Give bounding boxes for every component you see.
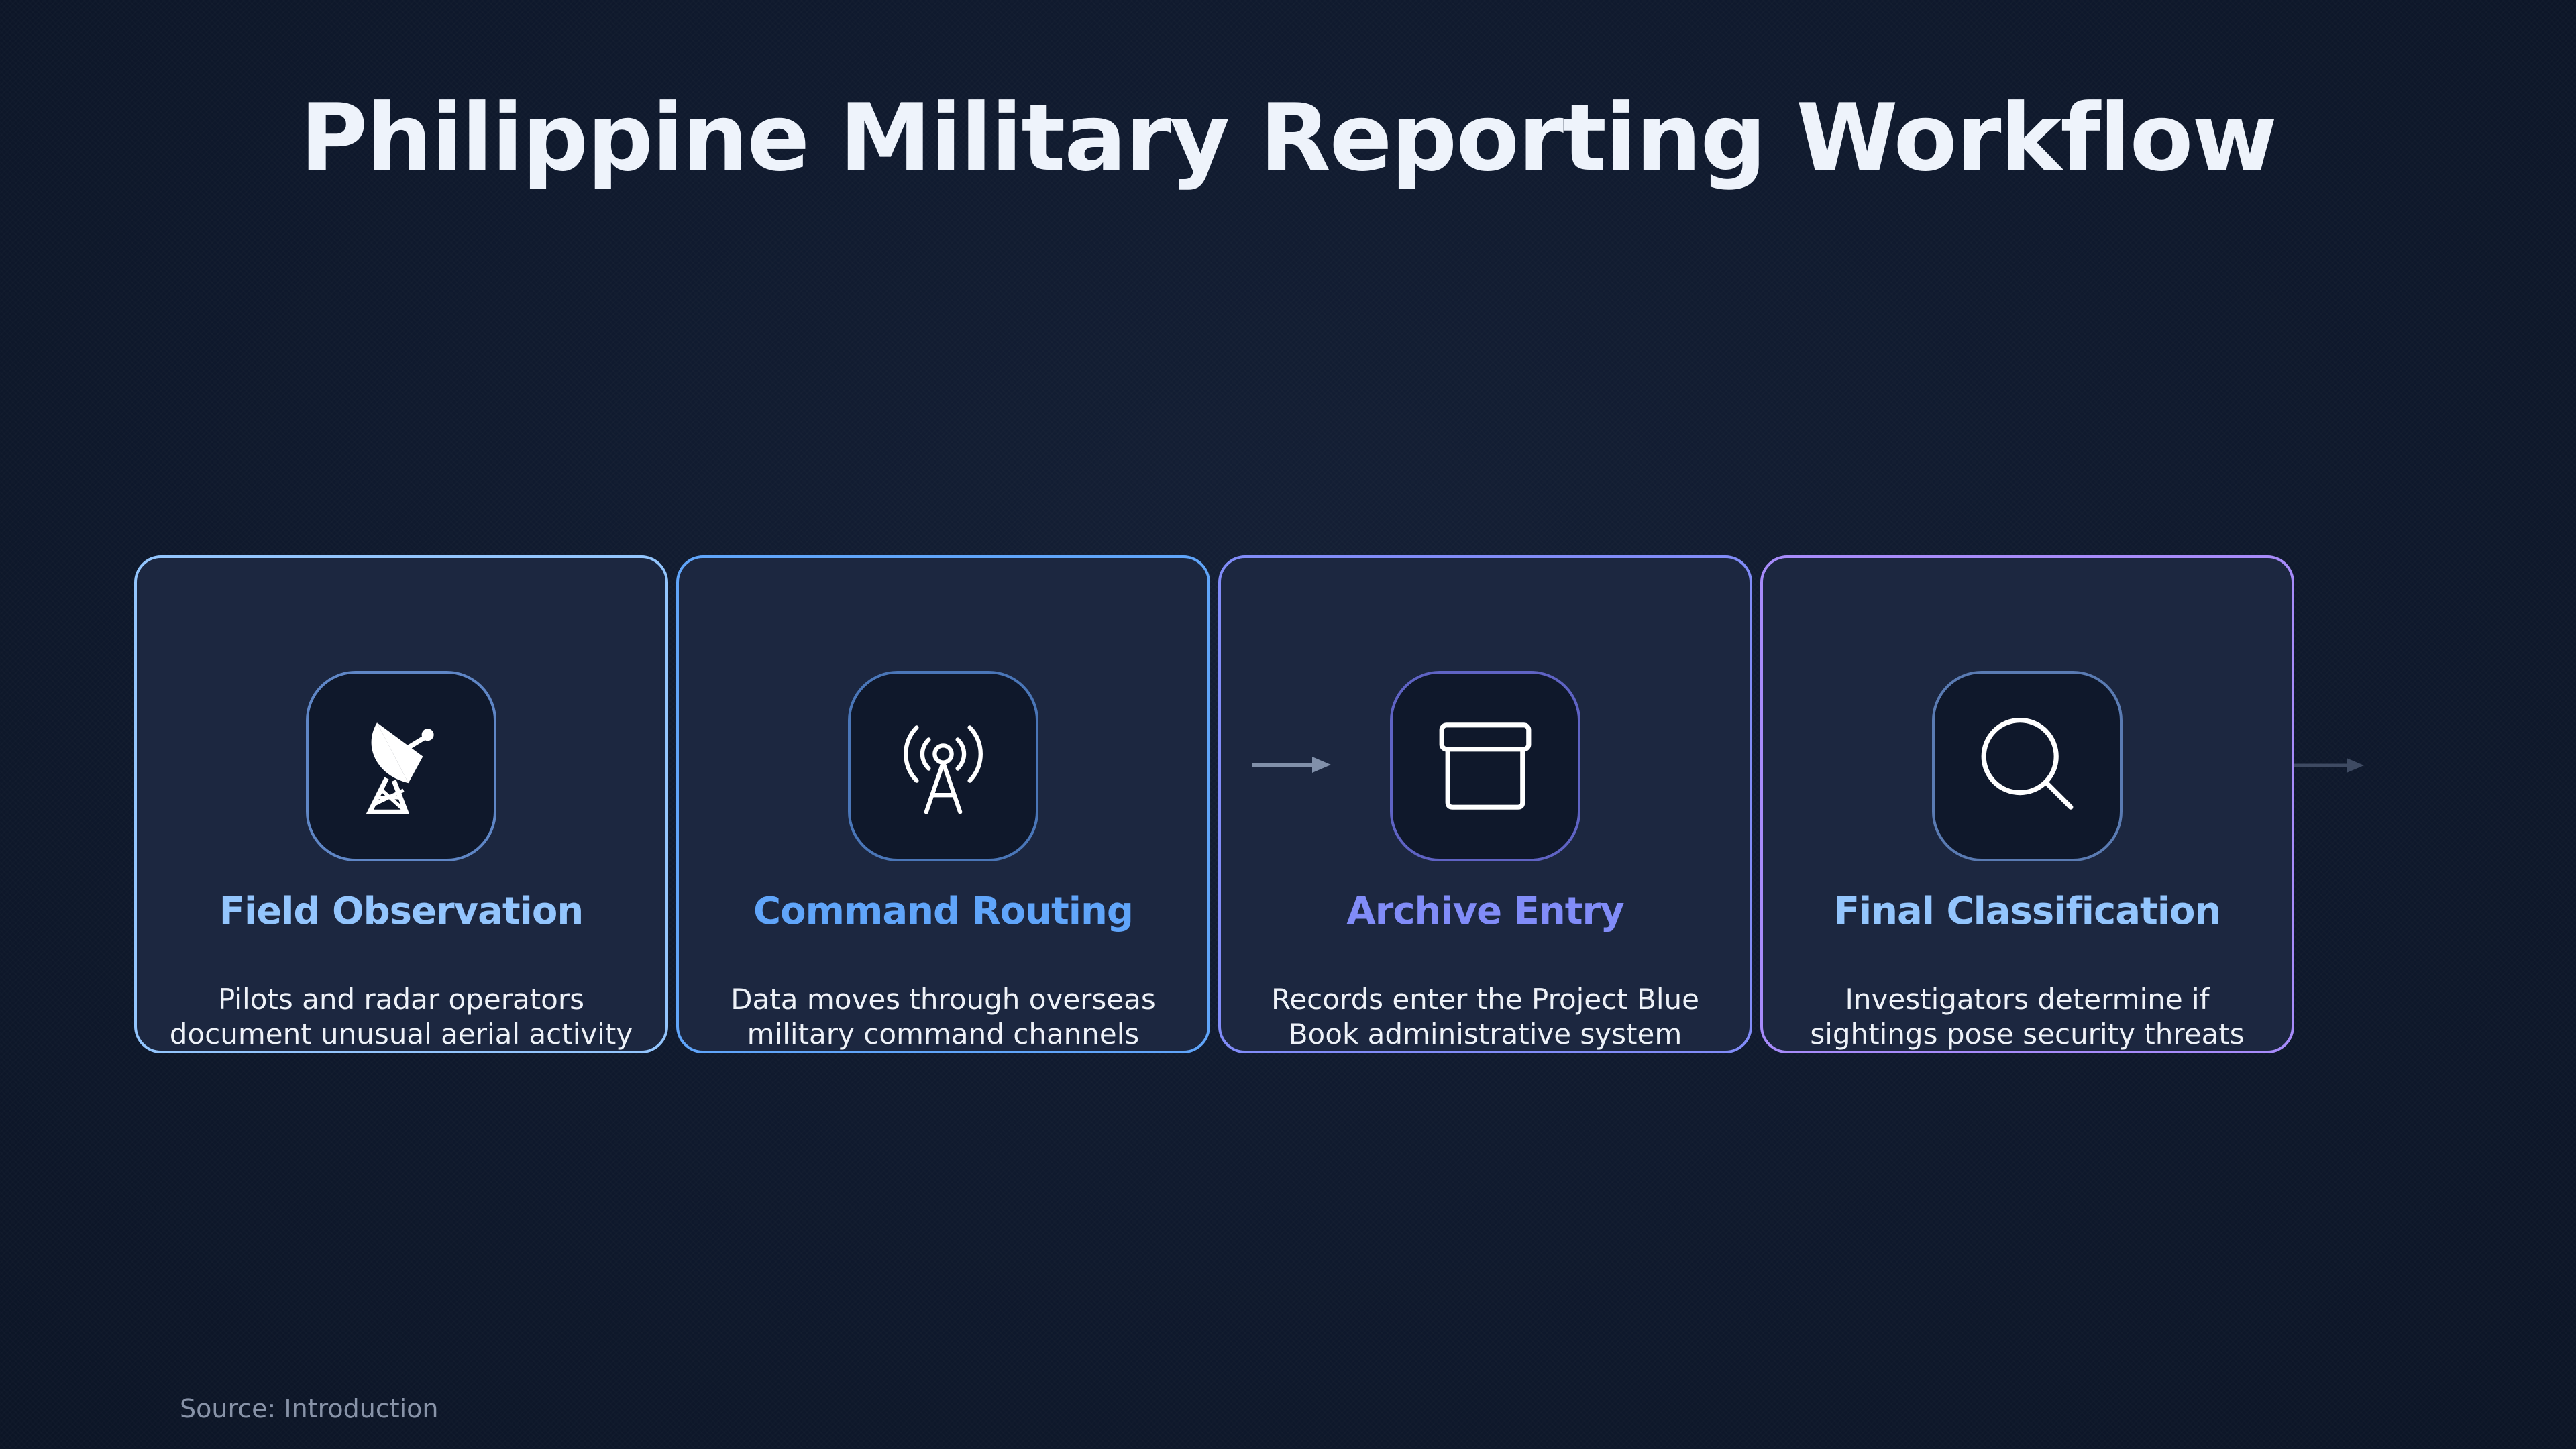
step-description: Pilots and radar operators document unus… xyxy=(169,983,633,1051)
step-card-field-observation: Field Observation Pilots and radar opera… xyxy=(134,555,668,1053)
step-title: Final Classification xyxy=(1833,890,2222,933)
step-card-archive-entry: Archive Entry Records enter the Project … xyxy=(1218,555,1752,1053)
step-card-final-classification: Final Classification Investigators deter… xyxy=(1760,555,2294,1053)
icon-badge xyxy=(1932,671,2123,861)
radio-tower-icon xyxy=(904,725,983,814)
source-note: Source: Introduction xyxy=(180,1394,439,1424)
icon-badge xyxy=(306,671,496,861)
archive-box-icon xyxy=(1439,722,1532,810)
step-title: Archive Entry xyxy=(1346,890,1624,933)
icon-badge xyxy=(848,671,1038,861)
step-description: Data moves through overseas military com… xyxy=(731,983,1156,1051)
step-description: Investigators determine if sightings pos… xyxy=(1810,983,2245,1051)
step-description: Records enter the Project Blue Book admi… xyxy=(1271,983,1699,1051)
icon-badge xyxy=(1390,671,1580,861)
arrow-icon xyxy=(2294,758,2364,773)
step-title: Command Routing xyxy=(753,890,1134,933)
satellite-dish-icon xyxy=(366,722,434,814)
magnifying-glass-icon xyxy=(1981,718,2074,810)
arrow-icon xyxy=(1252,757,1331,773)
step-card-command-routing: Command Routing Data moves through overs… xyxy=(676,555,1210,1053)
page-title: Philippine Military Reporting Workflow xyxy=(300,84,2277,192)
step-title: Field Observation xyxy=(219,890,584,933)
